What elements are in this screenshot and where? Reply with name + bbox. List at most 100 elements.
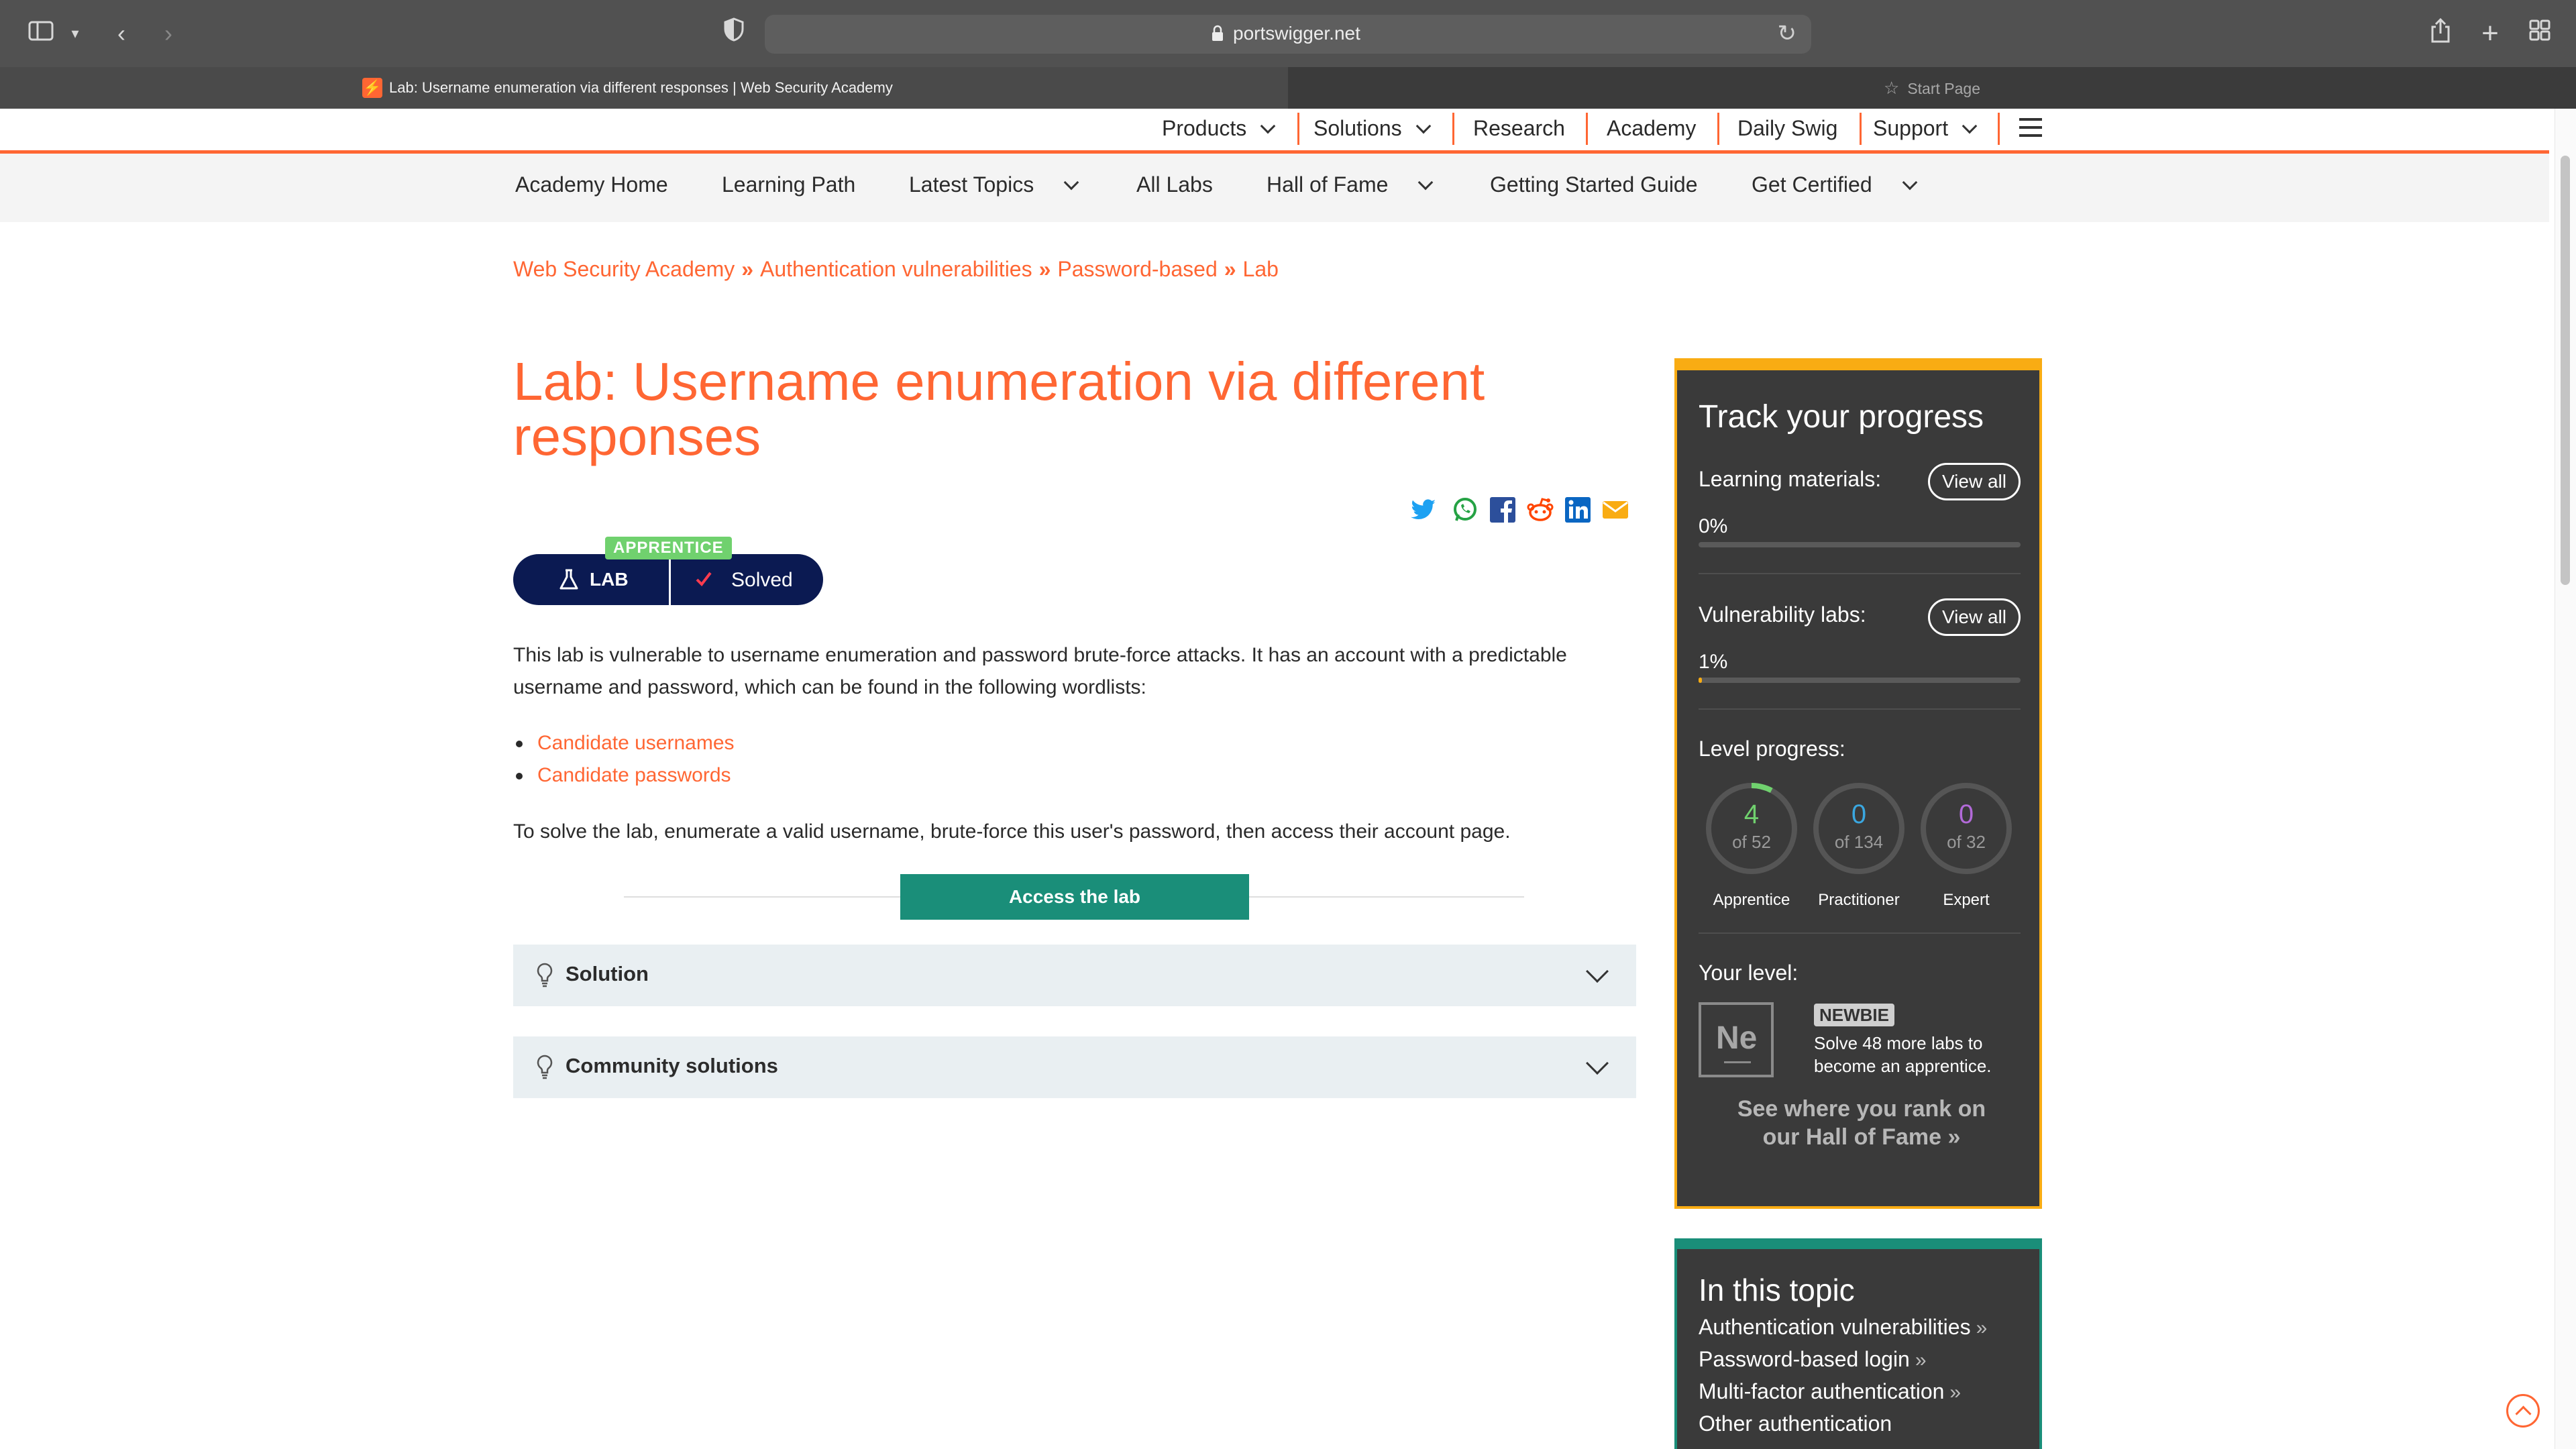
level-description: Solve 48 more labs to become an apprenti…: [1814, 1033, 1992, 1076]
page-scrollbar[interactable]: [2555, 109, 2576, 1449]
acnav-all-labs[interactable]: All Labs: [1136, 172, 1213, 197]
breadcrumb-authentication[interactable]: Authentication vulnerabilities: [760, 257, 1032, 281]
tab-active[interactable]: ⚡ Lab: Username enumeration via differen…: [0, 67, 1288, 109]
topic-link-mfa[interactable]: Multi-factor authentication»: [1699, 1379, 1961, 1404]
topnav-academy[interactable]: Academy: [1607, 113, 1696, 144]
linkedin-icon[interactable]: [1563, 495, 1593, 525]
chevron-down-icon: [1418, 174, 1434, 191]
in-this-topic-panel: In this topic Authentication vulnerabili…: [1674, 1238, 2042, 1449]
breadcrumb-password-based[interactable]: Password-based: [1057, 257, 1217, 281]
reddit-icon[interactable]: [1525, 495, 1555, 525]
topnav-products[interactable]: Products: [1162, 113, 1276, 144]
topnav-support-label: Support: [1873, 116, 1949, 140]
share-icon[interactable]: [2428, 17, 2453, 50]
learning-view-all-button[interactable]: View all: [1928, 463, 2021, 500]
topic-link-authentication[interactable]: Authentication vulnerabilities»: [1699, 1315, 1987, 1340]
privacy-shield-icon[interactable]: [720, 17, 747, 50]
back-icon[interactable]: ‹: [111, 17, 131, 50]
sidebar-menu-chevron-icon[interactable]: ▾: [67, 17, 83, 50]
whatsapp-icon[interactable]: [1450, 495, 1480, 525]
facebook-icon[interactable]: [1488, 495, 1517, 525]
double-chevron-icon: »: [1038, 257, 1051, 281]
breadcrumb-lab[interactable]: Lab: [1243, 257, 1279, 281]
sidebar-toggle-icon[interactable]: [27, 17, 56, 50]
access-lab-button[interactable]: Access the lab: [900, 874, 1249, 920]
vulnerability-labs-label: Vulnerability labs:: [1699, 602, 1866, 627]
level-symbol: Ne: [1716, 1020, 1758, 1056]
ring-total: of 52: [1732, 832, 1771, 852]
topic-link-label: Multi-factor authentication: [1699, 1379, 1945, 1403]
solution-accordion[interactable]: Solution: [513, 945, 1636, 1006]
double-chevron-icon: »: [1976, 1317, 1988, 1339]
ring-caption: Practitioner: [1818, 891, 1900, 909]
topnav-solutions-label: Solutions: [1313, 116, 1402, 140]
topic-link-password-based[interactable]: Password-based login»: [1699, 1347, 1927, 1372]
twitter-icon[interactable]: [1409, 495, 1438, 525]
topnav-support[interactable]: Support: [1873, 113, 1978, 144]
academy-nav: Academy Home Learning Path Latest Topics…: [0, 154, 2549, 222]
link-candidate-passwords[interactable]: Candidate passwords: [513, 759, 735, 792]
browser-chrome: ▾ ‹ › portswigger.net ↻ + ⚡ Lab: Usernam…: [0, 0, 2576, 109]
acnav-hall-of-fame[interactable]: Hall of Fame: [1267, 172, 1434, 197]
page-title: Lab: Username enumeration via different …: [513, 352, 1485, 466]
topic-link-label: Password-based login: [1699, 1347, 1910, 1371]
labs-view-all-button[interactable]: View all: [1928, 598, 2021, 636]
flask-icon: [559, 569, 578, 590]
topic-link-label: Authentication vulnerabilities: [1699, 1315, 1971, 1339]
acnav-learning-path[interactable]: Learning Path: [722, 172, 855, 197]
address-bar[interactable]: portswigger.net ↻: [765, 15, 1811, 54]
email-icon[interactable]: [1601, 495, 1630, 525]
acnav-get-certified-label: Get Certified: [1752, 172, 1872, 197]
acnav-getting-started[interactable]: Getting Started Guide: [1490, 172, 1698, 197]
lab-description: This lab is vulnerable to username enume…: [513, 644, 1567, 698]
breadcrumb-web-security-academy[interactable]: Web Security Academy: [513, 257, 735, 281]
star-icon: ☆: [1884, 78, 1900, 98]
acnav-get-certified[interactable]: Get Certified: [1752, 172, 1917, 197]
reload-icon[interactable]: ↻: [1778, 20, 1797, 47]
ring-count: 0: [1851, 800, 1867, 829]
chevron-down-icon: [1902, 174, 1917, 191]
level-ring-practitioner: 0 of 134 Practitioner: [1811, 781, 1907, 909]
tab-title: Lab: Username enumeration via different …: [389, 79, 893, 96]
double-chevron-icon: »: [1915, 1349, 1927, 1371]
hall-of-fame-rank-link[interactable]: See where you rank on our Hall of Fame »: [1717, 1095, 2006, 1151]
level-ring-expert: 0 of 32 Expert: [1919, 781, 2014, 909]
level-element-tile: Ne: [1699, 1002, 1774, 1077]
chevron-down-icon: [1586, 960, 1609, 983]
topnav-solutions[interactable]: Solutions: [1313, 113, 1431, 144]
panel-divider: [1699, 932, 2021, 934]
ring-caption: Expert: [1943, 891, 1990, 909]
level-tag-apprentice: APPRENTICE: [605, 537, 732, 559]
acnav-latest-topics-label: Latest Topics: [909, 172, 1034, 197]
acnav-academy-home[interactable]: Academy Home: [515, 172, 668, 197]
lock-icon: [1212, 25, 1223, 41]
tab-overview-icon[interactable]: [2526, 17, 2553, 50]
ring-count: 4: [1743, 800, 1760, 829]
ring-caption: Apprentice: [1713, 891, 1790, 909]
wordlist-list: Candidate usernames Candidate passwords: [513, 727, 735, 792]
forward-icon[interactable]: ›: [158, 17, 178, 50]
badge-solved-label: Solved: [731, 569, 793, 591]
topnav-daily-swig[interactable]: Daily Swig: [1737, 113, 1837, 144]
link-candidate-usernames[interactable]: Candidate usernames: [513, 727, 735, 759]
solution-label: Solution: [566, 962, 649, 985]
scrollbar-thumb[interactable]: [2561, 156, 2570, 585]
nav-divider: [1452, 113, 1454, 145]
acnav-latest-topics[interactable]: Latest Topics: [909, 172, 1079, 197]
double-chevron-icon: »: [741, 257, 754, 281]
new-tab-icon[interactable]: +: [2478, 17, 2502, 50]
chevron-down-icon: [1063, 174, 1079, 191]
hamburger-menu-icon[interactable]: [2019, 118, 2042, 137]
scroll-to-top-icon[interactable]: [2506, 1394, 2540, 1428]
nav-divider: [1860, 113, 1862, 145]
topic-link-other[interactable]: Other authentication: [1699, 1411, 1892, 1436]
badge-lab-label: LAB: [590, 569, 629, 590]
site-top-nav: Products Solutions Research Academy Dail…: [0, 109, 2549, 152]
tab-start-page[interactable]: ☆ Start Page: [1884, 78, 1980, 99]
topnav-research[interactable]: Research: [1473, 113, 1565, 144]
labs-progress-bar: [1699, 678, 2021, 683]
community-solutions-accordion[interactable]: Community solutions: [513, 1036, 1636, 1098]
chevron-down-icon: [1260, 118, 1276, 134]
chevron-down-icon: [1962, 118, 1978, 134]
topic-title: In this topic: [1699, 1273, 1855, 1307]
